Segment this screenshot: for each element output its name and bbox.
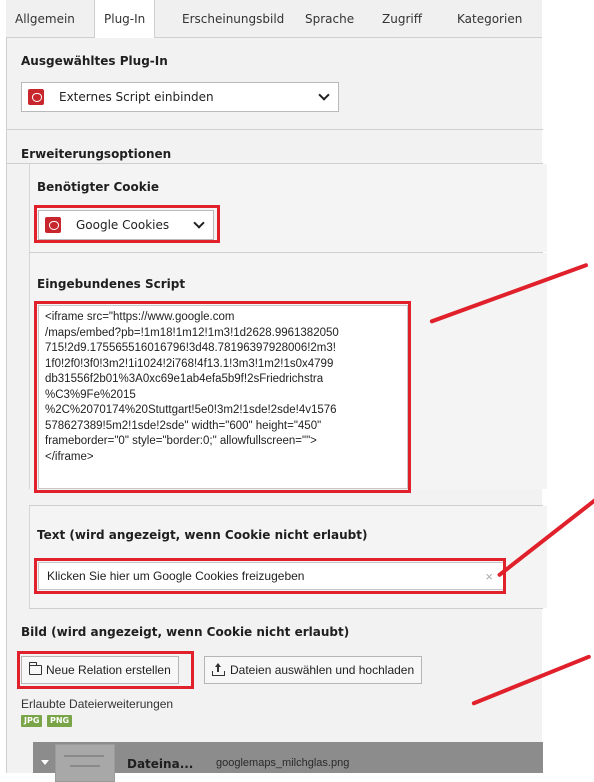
upload-icon — [212, 663, 225, 676]
upload-files-label: Dateien auswählen und hochladen — [230, 663, 415, 677]
tab-kategorien[interactable]: Kategorien — [448, 0, 531, 38]
tab-erscheinungsbild[interactable]: Erscheinungsbild — [173, 0, 293, 38]
divider — [7, 129, 543, 130]
tab-sprache[interactable]: Sprache — [296, 0, 363, 38]
file-name: googlemaps_milchglas.png — [216, 757, 350, 769]
extension-badge: JPG — [21, 715, 43, 727]
plugin-select[interactable]: Externes Script einbinden — [21, 82, 339, 112]
file-thumbnail — [55, 744, 115, 782]
extension-badge: PNG — [47, 715, 73, 727]
tab-plug-in[interactable]: Plug-In — [94, 0, 156, 39]
tab-allgemein[interactable]: Allgemein — [6, 0, 84, 38]
file-reference-row[interactable]: Dateina... googlemaps_milchglas.png — [33, 742, 543, 782]
cookie-section: Benötigter Cookie Google Cookies — [29, 164, 547, 252]
highlight-box — [34, 301, 411, 493]
plugin-select-value: Externes Script einbinden — [59, 90, 214, 104]
fallback-image-title: Bild (wird angezeigt, wenn Cookie nicht … — [21, 625, 350, 639]
script-section: Eingebundenes Script <iframe src="https:… — [29, 253, 547, 493]
plugin-panel: Ausgewähltes Plug-In Externes Script ein… — [6, 38, 547, 782]
chevron-down-icon — [318, 89, 330, 101]
divider — [29, 608, 543, 609]
fallback-text-section: Text (wird angezeigt, wenn Cookie nicht … — [29, 506, 547, 608]
upload-files-button[interactable]: Dateien auswählen und hochladen — [204, 656, 423, 684]
plugin-icon — [28, 89, 44, 105]
extension-options-title: Erweiterungsoptionen — [21, 147, 172, 161]
allowed-extensions-label: Erlaubte Dateierweiterungen — [21, 697, 174, 711]
tab-zugriff[interactable]: Zugriff — [373, 0, 431, 38]
tab-bar: Allgemein Plug-In Erscheinungsbild Sprac… — [6, 0, 542, 39]
highlight-box — [17, 651, 194, 689]
script-title: Eingebundenes Script — [37, 277, 186, 291]
cookie-title: Benötigter Cookie — [37, 180, 160, 194]
fallback-text-title: Text (wird angezeigt, wenn Cookie nicht … — [37, 528, 368, 542]
expand-caret-icon[interactable] — [41, 760, 49, 765]
selected-plugin-title: Ausgewähltes Plug-In — [21, 54, 168, 68]
highlight-box — [34, 205, 220, 243]
file-name-label: Dateina... — [127, 757, 194, 771]
highlight-box — [34, 558, 506, 594]
